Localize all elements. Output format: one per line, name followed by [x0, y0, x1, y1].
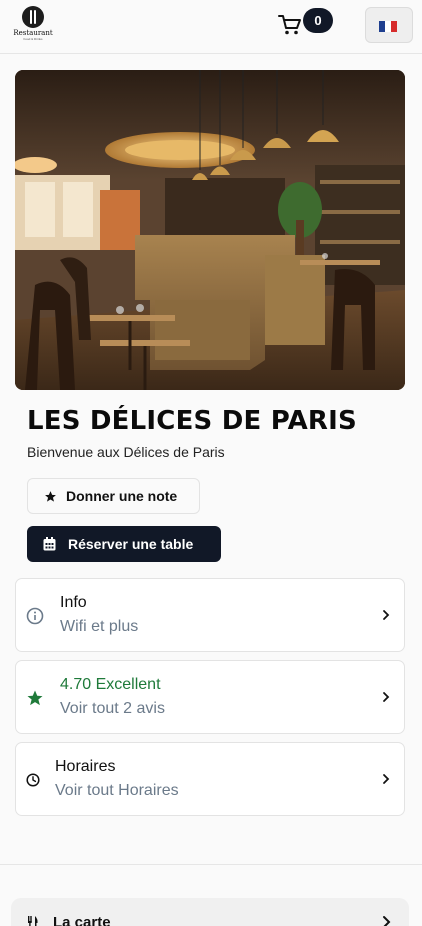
cutlery-logo-icon — [22, 6, 44, 28]
hours-subtitle: Voir tout Horaires — [55, 782, 179, 799]
menu-section-button[interactable]: La carte — [11, 898, 409, 926]
clock-icon — [24, 771, 42, 789]
info-title: Info — [60, 594, 87, 611]
france-flag-icon — [379, 21, 397, 32]
star-icon — [44, 490, 57, 503]
welcome-text: Bienvenue aux Délices de Paris — [27, 444, 225, 460]
rating-card[interactable]: 4.70 Excellent Voir tout 2 avis — [15, 660, 405, 734]
star-icon — [26, 689, 44, 707]
cart-icon — [278, 15, 301, 35]
calendar-icon — [43, 537, 56, 551]
rate-button[interactable]: Donner une note — [27, 478, 200, 514]
cutlery-icon — [27, 916, 39, 926]
restaurant-hero-image — [15, 70, 405, 390]
restaurant-name: LES DÉLICES DE PARIS — [27, 406, 357, 436]
rating-subtitle: Voir tout 2 avis — [60, 700, 165, 717]
rate-button-label: Donner une note — [66, 488, 178, 504]
logo-subtext: Food & Drinks — [23, 37, 43, 41]
chevron-right-icon — [382, 915, 391, 926]
chevron-right-icon — [382, 773, 390, 785]
chevron-right-icon — [382, 691, 390, 703]
chevron-right-icon — [382, 609, 390, 621]
hours-title: Horaires — [55, 758, 116, 775]
top-bar: Restaurant Food & Drinks 0 — [0, 0, 422, 54]
info-icon — [26, 607, 44, 625]
menu-label: La carte — [53, 914, 111, 926]
reserve-table-label: Réserver une table — [68, 536, 194, 552]
rating-title: 4.70 Excellent — [60, 676, 161, 693]
reserve-table-button[interactable]: Réserver une table — [27, 526, 221, 562]
cart-button[interactable]: 0 — [278, 8, 336, 38]
info-subtitle: Wifi et plus — [60, 618, 139, 635]
hours-card[interactable]: Horaires Voir tout Horaires — [15, 742, 405, 816]
info-card[interactable]: Info Wifi et plus — [15, 578, 405, 652]
language-selector[interactable] — [365, 7, 413, 43]
restaurant-logo[interactable]: Restaurant Food & Drinks — [12, 6, 54, 42]
section-divider — [0, 864, 422, 865]
cart-count-badge: 0 — [303, 8, 333, 33]
logo-text: Restaurant — [13, 29, 53, 37]
